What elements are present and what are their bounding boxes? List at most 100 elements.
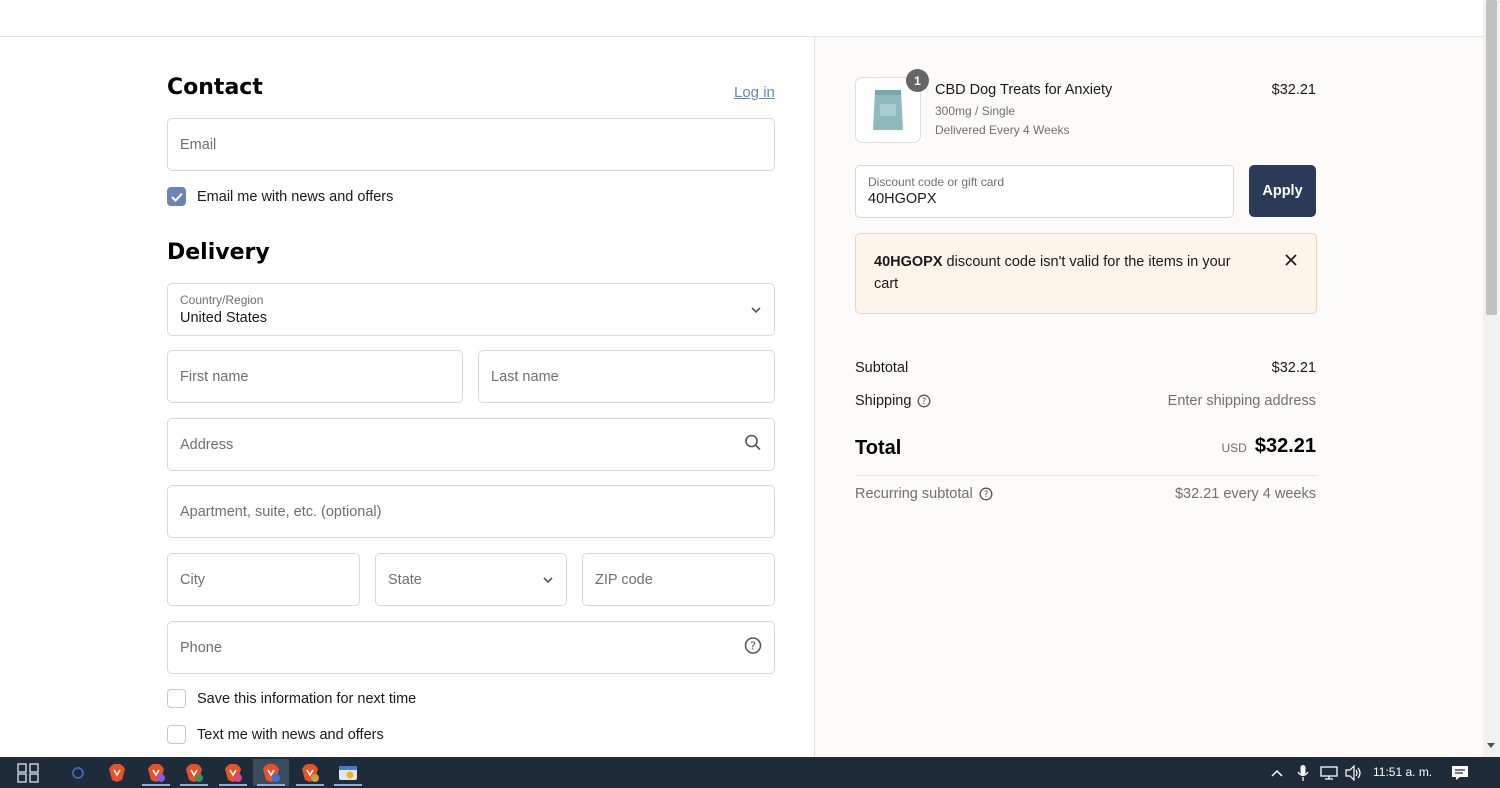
product-name: CBD Dog Treats for Anxiety — [935, 82, 1113, 98]
total-label: Total — [855, 437, 902, 459]
taskbar-app-window[interactable] — [330, 759, 366, 786]
first-name-field[interactable]: First name — [167, 350, 463, 403]
country-select[interactable]: Country/Region United States — [167, 283, 775, 336]
checkout-main: Contact Log in Email Email me with news … — [0, 37, 1483, 757]
brave-browser-icon — [109, 763, 125, 782]
country-label: Country/Region — [180, 293, 264, 307]
top-header-bar — [0, 0, 1483, 37]
text-offers-option[interactable]: Text me with news and offers — [167, 725, 384, 744]
city-placeholder: City — [180, 571, 205, 588]
brave-browser-icon — [263, 763, 280, 782]
question-help-icon[interactable]: ? — [979, 487, 993, 501]
save-info-checkbox[interactable] — [167, 689, 186, 708]
chevron-up-icon — [1271, 769, 1283, 777]
email-field[interactable]: Email — [167, 118, 775, 171]
svg-text:?: ? — [750, 639, 756, 652]
total-amount: $32.21 — [1254, 435, 1316, 457]
checkmark-icon — [170, 192, 183, 202]
zip-field[interactable]: ZIP code — [582, 553, 775, 606]
login-link[interactable]: Log in — [734, 84, 775, 101]
close-icon[interactable] — [1284, 253, 1298, 272]
recurring-label: Recurring subtotal — [855, 486, 973, 502]
taskbar-clock[interactable]: 11:51 a. m. — [1373, 765, 1432, 779]
cortana-button[interactable] — [60, 759, 96, 786]
speaker-volume-icon — [1345, 764, 1361, 781]
taskbar-brave-window-3[interactable] — [176, 759, 212, 786]
shipping-label: Shipping — [855, 393, 912, 409]
svg-text:?: ? — [922, 397, 927, 407]
action-center-tray[interactable] — [1451, 757, 1469, 788]
cortana-circle-icon — [72, 766, 84, 779]
notification-icon — [1452, 765, 1468, 780]
delivery-title: Delivery — [167, 240, 270, 265]
apartment-field[interactable]: Apartment, suite, etc. (optional) — [167, 485, 775, 538]
discount-code-field[interactable]: Discount code or gift card 40HGOPX — [855, 165, 1234, 218]
text-offers-label: Text me with news and offers — [197, 726, 384, 743]
recurring-row-label: Recurring subtotal ? — [855, 486, 993, 502]
page-scrollbar[interactable] — [1483, 0, 1500, 757]
quantity-badge: 1 — [906, 69, 929, 92]
subtotal-value: $32.21 — [1271, 360, 1316, 376]
scroll-down-arrow-icon[interactable] — [1487, 743, 1495, 748]
alert-code: 40HGOPX — [874, 254, 943, 270]
phone-field[interactable]: Phone ? — [167, 621, 775, 674]
discount-error-alert: 40HGOPX discount code isn't valid for th… — [855, 233, 1317, 314]
subtotal-label: Subtotal — [855, 360, 909, 376]
discount-label: Discount code or gift card — [868, 175, 1005, 189]
total-value-group: USD $32.21 — [1221, 435, 1316, 458]
order-summary-pane: 1 CBD Dog Treats for Anxiety 300mg / Sin… — [815, 37, 1483, 757]
microphone-icon — [1297, 764, 1309, 781]
brave-browser-icon — [225, 763, 242, 782]
newsletter-checkbox[interactable] — [167, 187, 186, 206]
summary-divider — [855, 475, 1317, 476]
task-view-button[interactable] — [10, 759, 46, 786]
contact-title: Contact — [167, 75, 263, 100]
address-placeholder: Address — [180, 436, 234, 453]
email-placeholder: Email — [180, 136, 217, 153]
brave-browser-icon — [148, 763, 165, 782]
product-bag-image — [873, 90, 903, 130]
brave-browser-icon — [302, 763, 319, 782]
taskbar-brave-window-4[interactable] — [215, 759, 251, 786]
apply-discount-button[interactable]: Apply — [1249, 165, 1316, 217]
total-currency: USD — [1221, 441, 1247, 455]
save-info-option[interactable]: Save this information for next time — [167, 689, 416, 708]
network-icon — [1320, 765, 1338, 780]
state-placeholder: State — [388, 571, 422, 588]
state-select[interactable]: State — [375, 553, 567, 606]
newsletter-option[interactable]: Email me with news and offers — [167, 187, 393, 206]
checkout-form-pane: Contact Log in Email Email me with news … — [0, 37, 815, 757]
zip-placeholder: ZIP code — [595, 571, 653, 588]
product-delivery-frequency: Delivered Every 4 Weeks — [935, 123, 1070, 137]
scrollbar-thumb[interactable] — [1486, 0, 1497, 315]
last-name-field[interactable]: Last name — [478, 350, 775, 403]
product-variant: 300mg / Single — [935, 104, 1016, 118]
shipping-row-label: Shipping ? — [855, 393, 931, 409]
task-view-icon — [17, 762, 39, 783]
taskbar-brave-window-2[interactable] — [138, 759, 174, 786]
phone-placeholder: Phone — [180, 639, 222, 656]
network-tray[interactable] — [1320, 757, 1338, 788]
text-offers-checkbox[interactable] — [167, 725, 186, 744]
chevron-down-icon — [542, 571, 554, 589]
microphone-tray[interactable] — [1297, 757, 1309, 788]
taskbar-brave-window-active[interactable] — [253, 759, 289, 786]
tray-overflow[interactable] — [1270, 757, 1284, 788]
country-value: United States — [180, 310, 268, 326]
taskbar-brave-window-1[interactable] — [99, 759, 135, 786]
question-help-icon[interactable]: ? — [917, 394, 931, 408]
brave-browser-icon — [186, 763, 203, 782]
shipping-value: Enter shipping address — [1167, 393, 1316, 409]
search-icon — [744, 433, 762, 456]
taskbar-brave-window-6[interactable] — [292, 759, 328, 786]
svg-text:?: ? — [983, 490, 988, 500]
question-help-icon[interactable]: ? — [744, 636, 762, 659]
address-field[interactable]: Address — [167, 418, 775, 471]
alert-message: 40HGOPX discount code isn't valid for th… — [874, 251, 1254, 295]
save-info-label: Save this information for next time — [197, 690, 417, 707]
city-field[interactable]: City — [167, 553, 360, 606]
discount-value: 40HGOPX — [868, 191, 937, 207]
recurring-value: $32.21 every 4 weeks — [1174, 486, 1316, 502]
apartment-placeholder: Apartment, suite, etc. (optional) — [180, 503, 382, 520]
volume-tray[interactable] — [1345, 757, 1363, 788]
